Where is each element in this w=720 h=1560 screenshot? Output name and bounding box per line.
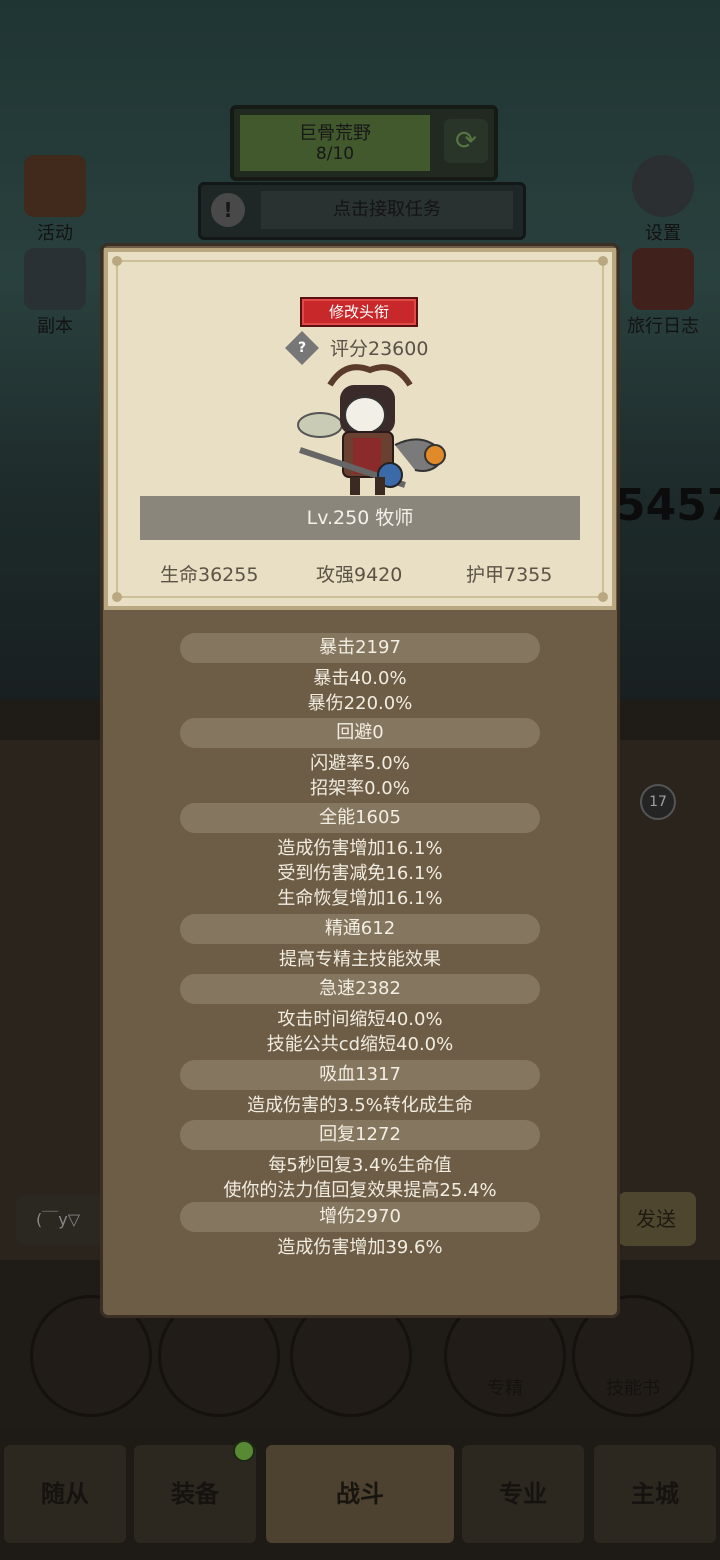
section-line: 生命恢复增加16.1% (277, 888, 443, 909)
section-line: 提高专精主技能效果 (279, 949, 441, 970)
section-header-versatility: 全能1605 (180, 803, 540, 833)
section-header-lifesteal: 吸血1317 (180, 1060, 540, 1090)
section-header-damage-boost: 增伤2970 (180, 1202, 540, 1232)
card-rivet (112, 592, 122, 602)
rating-score: 评分23600 (330, 338, 429, 360)
section-line: 技能公共cd缩短40.0% (266, 1034, 454, 1055)
section-line: 造成伤害增加16.1% (277, 838, 443, 859)
section-line: 受到伤害减免16.1% (277, 863, 443, 884)
section-line: 造成伤害的3.5%转化成生命 (247, 1095, 473, 1116)
section-line: 造成伤害增加39.6% (277, 1237, 443, 1258)
section-header-crit: 暴击2197 (180, 633, 540, 663)
section-line: 暴伤220.0% (307, 693, 413, 714)
section-line: 使你的法力值回复效果提高25.4% (223, 1180, 497, 1201)
section-header-avoidance: 回避0 (180, 718, 540, 748)
card-rivet (598, 256, 608, 266)
section-header-mastery: 精通612 (180, 914, 540, 944)
section-line: 闪避率5.0% (310, 753, 410, 774)
card-rivet (112, 256, 122, 266)
priest-character-sprite (297, 364, 447, 495)
edit-title-button[interactable]: 修改头衔 (300, 297, 418, 327)
section-line: 招架率0.0% (310, 778, 410, 799)
stat-hp: 生命36255 (160, 564, 259, 586)
card-rivet (598, 592, 608, 602)
help-icon-glyph: ? (297, 340, 307, 356)
section-header-regen: 回复1272 (180, 1120, 540, 1150)
section-line: 每5秒回复3.4%生命值 (268, 1155, 452, 1176)
section-header-haste: 急速2382 (180, 974, 540, 1004)
level-class-banner: Lv.250 牧师 (140, 496, 580, 540)
section-line: 攻击时间缩短40.0% (277, 1009, 443, 1030)
stat-attack-power: 攻强9420 (316, 564, 403, 586)
section-line: 暴击40.0% (313, 668, 407, 689)
stat-armor: 护甲7355 (466, 564, 553, 586)
